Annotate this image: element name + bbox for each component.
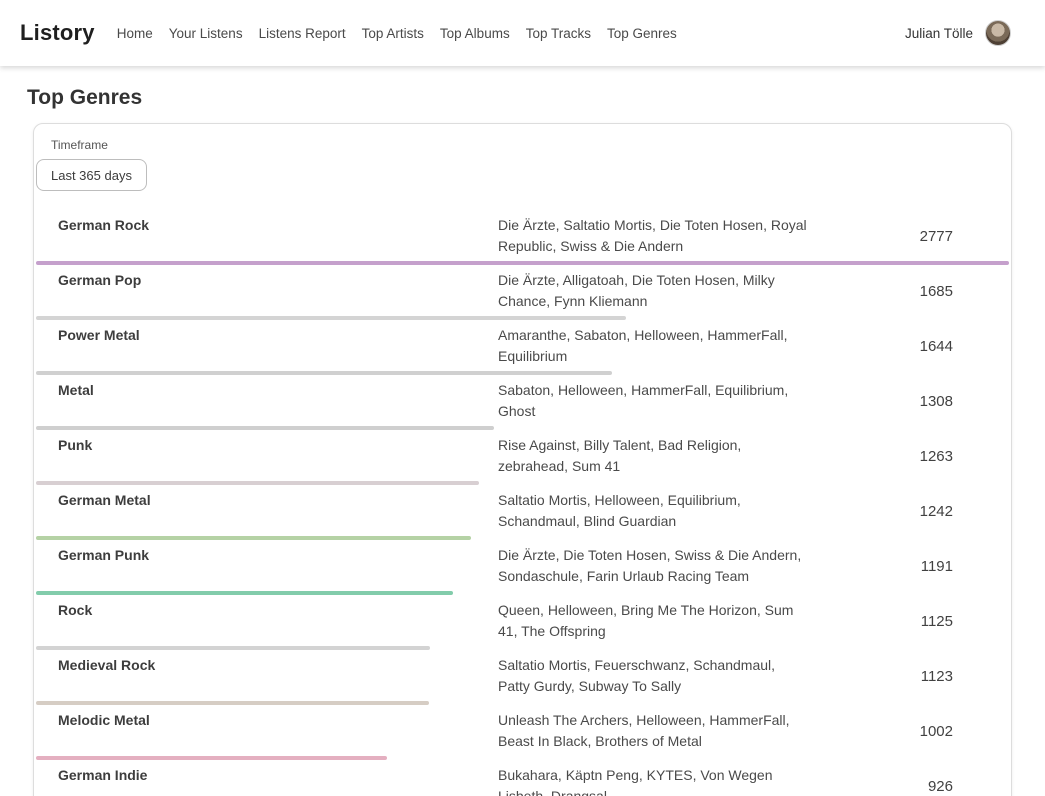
main-content: Top Genres Timeframe Last 365 days Germa… xyxy=(0,86,1045,796)
genre-count: 1644 xyxy=(808,338,953,355)
genre-row-columns: German Punk Die Ärzte, Die Toten Hosen, … xyxy=(34,545,1011,587)
genre-row[interactable]: Metal Sabaton, Helloween, HammerFall, Eq… xyxy=(34,375,1011,430)
genre-row[interactable]: Medieval Rock Saltatio Mortis, Feuerschw… xyxy=(34,650,1011,705)
genre-row[interactable]: German Pop Die Ärzte, Alligatoah, Die To… xyxy=(34,265,1011,320)
timeframe-label: Timeframe xyxy=(51,138,1011,152)
nav-item-listens-report[interactable]: Listens Report xyxy=(259,26,346,41)
genre-count: 926 xyxy=(808,778,953,795)
nav-item-home[interactable]: Home xyxy=(117,26,153,41)
genre-name: Rock xyxy=(58,600,498,621)
genre-artists: Die Ärzte, Alligatoah, Die Toten Hosen, … xyxy=(498,270,808,312)
genre-name: German Punk xyxy=(58,545,498,566)
nav-item-top-tracks[interactable]: Top Tracks xyxy=(526,26,591,41)
genre-row[interactable]: German Metal Saltatio Mortis, Helloween,… xyxy=(34,485,1011,540)
genre-count: 1242 xyxy=(808,503,953,520)
genre-count: 2777 xyxy=(808,228,953,245)
genre-row[interactable]: Melodic Metal Unleash The Archers, Hello… xyxy=(34,705,1011,760)
nav-item-top-genres[interactable]: Top Genres xyxy=(607,26,677,41)
genre-name: Medieval Rock xyxy=(58,655,498,676)
genre-row-columns: Power Metal Amaranthe, Sabaton, Hellowee… xyxy=(34,325,1011,367)
genre-artists: Sabaton, Helloween, HammerFall, Equilibr… xyxy=(498,380,808,422)
genre-row-columns: German Rock Die Ärzte, Saltatio Mortis, … xyxy=(34,215,1011,257)
genre-name: German Metal xyxy=(58,490,498,511)
top-genres-card: Timeframe Last 365 days German Rock Die … xyxy=(33,123,1012,796)
genre-artists: Amaranthe, Sabaton, Helloween, HammerFal… xyxy=(498,325,808,367)
genre-count: 1685 xyxy=(808,283,953,300)
nav-links: Home Your Listens Listens Report Top Artist… xyxy=(117,26,905,41)
user-avatar[interactable] xyxy=(985,20,1011,46)
genre-count: 1308 xyxy=(808,393,953,410)
nav-item-top-albums[interactable]: Top Albums xyxy=(440,26,510,41)
genre-row[interactable]: Power Metal Amaranthe, Sabaton, Hellowee… xyxy=(34,320,1011,375)
genre-row-columns: Punk Rise Against, Billy Talent, Bad Rel… xyxy=(34,435,1011,477)
genre-row[interactable]: German Indie Bukahara, Käptn Peng, KYTES… xyxy=(34,760,1011,796)
timeframe-select[interactable]: Last 365 days xyxy=(36,159,147,191)
genre-artists: Queen, Helloween, Bring Me The Horizon, … xyxy=(498,600,808,642)
genre-row-columns: Metal Sabaton, Helloween, HammerFall, Eq… xyxy=(34,380,1011,422)
genre-row[interactable]: German Rock Die Ärzte, Saltatio Mortis, … xyxy=(34,210,1011,265)
genre-name: German Pop xyxy=(58,270,498,291)
page-title: Top Genres xyxy=(27,86,1045,110)
genre-row[interactable]: German Punk Die Ärzte, Die Toten Hosen, … xyxy=(34,540,1011,595)
genre-name: German Rock xyxy=(58,215,498,236)
genre-row-columns: Rock Queen, Helloween, Bring Me The Hori… xyxy=(34,600,1011,642)
genre-table: German Rock Die Ärzte, Saltatio Mortis, … xyxy=(34,210,1011,796)
genre-artists: Unleash The Archers, Helloween, HammerFa… xyxy=(498,710,808,752)
genre-row[interactable]: Punk Rise Against, Billy Talent, Bad Rel… xyxy=(34,430,1011,485)
genre-row-columns: German Indie Bukahara, Käptn Peng, KYTES… xyxy=(34,765,1011,796)
timeframe-filter: Timeframe Last 365 days xyxy=(36,138,1011,191)
genre-count: 1191 xyxy=(808,558,953,575)
genre-count: 1123 xyxy=(808,668,953,685)
top-nav: Listory Home Your Listens Listens Report To… xyxy=(0,0,1045,66)
genre-artists: Die Ärzte, Saltatio Mortis, Die Toten Ho… xyxy=(498,215,808,257)
genre-name: Power Metal xyxy=(58,325,498,346)
nav-user-area: Julian Tölle xyxy=(905,20,1011,46)
genre-row-columns: Medieval Rock Saltatio Mortis, Feuerschw… xyxy=(34,655,1011,697)
genre-row-columns: German Pop Die Ärzte, Alligatoah, Die To… xyxy=(34,270,1011,312)
genre-artists: Bukahara, Käptn Peng, KYTES, Von Wegen L… xyxy=(498,765,808,796)
genre-row[interactable]: Rock Queen, Helloween, Bring Me The Hori… xyxy=(34,595,1011,650)
genre-artists: Saltatio Mortis, Feuerschwanz, Schandmau… xyxy=(498,655,808,697)
genre-count: 1002 xyxy=(808,723,953,740)
genre-name: Metal xyxy=(58,380,498,401)
genre-count: 1263 xyxy=(808,448,953,465)
genre-count: 1125 xyxy=(808,613,953,630)
genre-artists: Die Ärzte, Die Toten Hosen, Swiss & Die … xyxy=(498,545,808,587)
genre-name: Melodic Metal xyxy=(58,710,498,731)
genre-name: German Indie xyxy=(58,765,498,786)
genre-artists: Saltatio Mortis, Helloween, Equilibrium,… xyxy=(498,490,808,532)
user-name[interactable]: Julian Tölle xyxy=(905,26,973,41)
genre-name: Punk xyxy=(58,435,498,456)
nav-item-top-artists[interactable]: Top Artists xyxy=(362,26,424,41)
nav-item-your-listens[interactable]: Your Listens xyxy=(169,26,243,41)
genre-row-columns: Melodic Metal Unleash The Archers, Hello… xyxy=(34,710,1011,752)
app-logo[interactable]: Listory xyxy=(20,20,95,46)
genre-row-columns: German Metal Saltatio Mortis, Helloween,… xyxy=(34,490,1011,532)
genre-artists: Rise Against, Billy Talent, Bad Religion… xyxy=(498,435,808,477)
